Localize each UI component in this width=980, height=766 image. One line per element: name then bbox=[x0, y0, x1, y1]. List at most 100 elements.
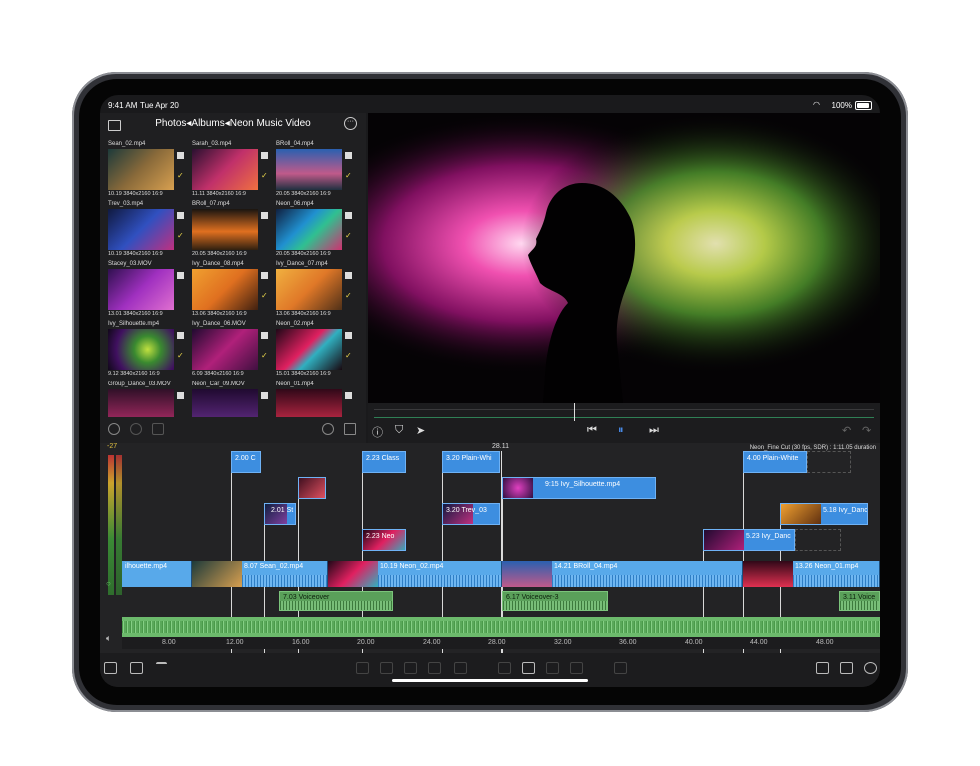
connected-clip[interactable]: 2.01 St bbox=[264, 503, 296, 525]
media-item[interactable]: Neon_01.mp4 bbox=[274, 381, 356, 417]
primary-storyline[interactable]: ilhouette.mp4 8.07 Sean_02.mp4 10.19 Neo… bbox=[122, 561, 880, 587]
check-icon: ✓ bbox=[177, 171, 184, 180]
checkmark-icon[interactable] bbox=[522, 662, 535, 674]
primary-clip[interactable]: 13.26 Neon_01.mp4 bbox=[743, 561, 880, 587]
connected-clip[interactable] bbox=[298, 477, 326, 499]
clip-label: 2.01 St bbox=[271, 507, 294, 514]
status-time: 9:41 AM bbox=[108, 101, 138, 110]
media-item[interactable]: Group_Dance_03.MOV bbox=[106, 381, 188, 417]
media-item[interactable]: Neon_02.mp4 15.01 3840x2160 16:9 ✓ bbox=[274, 321, 356, 381]
media-item[interactable]: Ivy_Dance_08.mp4 13.06 3840x2160 16:9 ✓ bbox=[190, 261, 272, 321]
share-icon[interactable] bbox=[840, 662, 853, 674]
audio-waveform bbox=[793, 575, 879, 587]
media-item[interactable]: Neon_06.mp4 20.05 3840x2160 16:9 ✓ bbox=[274, 201, 356, 261]
check-icon: ✓ bbox=[345, 171, 352, 180]
marker-icon[interactable]: ⛉ bbox=[395, 424, 403, 437]
media-item[interactable]: Ivy_Dance_06.MOV 6.09 3840x2160 16:9 ✓ bbox=[190, 321, 272, 381]
inspector-icon[interactable] bbox=[130, 662, 143, 674]
connected-clip[interactable]: 2.00 C bbox=[231, 451, 261, 473]
media-name: Stacey_03.MOV bbox=[108, 261, 152, 267]
connected-clip[interactable]: 3.20 Trev_03 bbox=[442, 503, 500, 525]
clip-label: 2.00 C bbox=[235, 455, 256, 462]
primary-clip[interactable]: 8.07 Sean_02.mp4 bbox=[192, 561, 328, 587]
media-name: Sarah_03.mp4 bbox=[192, 141, 232, 147]
wifi-icon: ◠ bbox=[813, 100, 820, 109]
video-badge-icon bbox=[177, 332, 184, 339]
home-indicator[interactable] bbox=[392, 679, 588, 682]
primary-clip[interactable]: 14.21 BRoll_04.mp4 bbox=[502, 561, 743, 587]
check-icon: ✓ bbox=[345, 291, 352, 300]
media-meta: 11.11 3840x2160 16:9 bbox=[192, 191, 246, 197]
media-item[interactable]: Sarah_03.mp4 11.11 3840x2160 16:9 ✓ bbox=[190, 141, 272, 201]
info-icon[interactable]: ⓘ bbox=[372, 424, 383, 440]
media-meta: 20.05 3840x2160 16:9 bbox=[276, 191, 331, 197]
media-item[interactable]: BRoll_07.mp4 20.05 3840x2160 16:9 bbox=[190, 201, 272, 261]
clip-label: 10.19 Neon_02.mp4 bbox=[380, 563, 444, 570]
clip-thumbnail bbox=[192, 561, 242, 587]
check-icon: ✓ bbox=[177, 231, 184, 240]
media-name: BRoll_07.mp4 bbox=[192, 201, 230, 207]
media-meta: 15.01 3840x2160 16:9 bbox=[276, 371, 331, 377]
mini-playhead[interactable] bbox=[574, 403, 575, 421]
connected-clip[interactable]: 2.23 Neo bbox=[362, 529, 406, 551]
connected-clip[interactable]: 4.00 Plain-White bbox=[743, 451, 807, 473]
check-icon: ✓ bbox=[261, 351, 268, 360]
import-icon[interactable] bbox=[104, 662, 117, 674]
ruler-tick-label: 20.00 bbox=[357, 639, 375, 646]
clip-label: 13.26 Neon_01.mp4 bbox=[795, 563, 859, 570]
media-meta: 10.19 3840x2160 16:9 bbox=[108, 251, 163, 257]
breadcrumb[interactable]: Photos◂Albums◂Neon Music Video bbox=[100, 118, 366, 129]
camera-icon bbox=[454, 662, 467, 674]
trash-icon[interactable] bbox=[152, 423, 164, 435]
select-icon[interactable] bbox=[108, 423, 120, 435]
media-item[interactable]: Ivy_Silhouette.mp4 9.12 3840x2160 16:9 ✓ bbox=[106, 321, 188, 381]
redo-icon[interactable]: ↷ bbox=[862, 424, 871, 437]
mini-timeline[interactable] bbox=[374, 409, 874, 410]
time-ruler[interactable]: 8.00 12.00 16.00 20.00 24.00 28.00 32.00… bbox=[122, 637, 880, 649]
layout-icon[interactable] bbox=[816, 662, 829, 674]
sort-icon[interactable] bbox=[344, 423, 356, 435]
media-thumbnail bbox=[192, 149, 258, 190]
music-track[interactable] bbox=[122, 617, 880, 637]
connected-clip[interactable]: 5.18 Ivy_Danc bbox=[780, 503, 868, 525]
search-icon[interactable] bbox=[322, 423, 334, 435]
voiceover-clip[interactable]: 7.03 Voiceover bbox=[279, 591, 393, 611]
skip-forward-icon[interactable]: ⏭ bbox=[649, 424, 659, 437]
share-frame-icon[interactable]: ➤ bbox=[416, 424, 425, 437]
primary-clip[interactable]: 10.19 Neon_02.mp4 bbox=[328, 561, 502, 587]
index-icon[interactable] bbox=[156, 662, 167, 674]
video-badge-icon bbox=[177, 152, 184, 159]
connected-clip[interactable]: 2.23 Class bbox=[362, 451, 406, 473]
media-item[interactable]: BRoll_04.mp4 20.05 3840x2160 16:9 ✓ bbox=[274, 141, 356, 201]
media-item[interactable]: Ivy_Dance_07.mp4 13.06 3840x2160 16:9 ✓ bbox=[274, 261, 356, 321]
connected-clip[interactable]: 9:15 Ivy_Silhouette.mp4 bbox=[502, 477, 656, 499]
video-badge-icon bbox=[261, 392, 268, 399]
undo-icon[interactable]: ↶ bbox=[842, 424, 851, 437]
settings-icon[interactable] bbox=[864, 662, 877, 674]
media-name: Ivy_Dance_06.MOV bbox=[192, 321, 246, 327]
check-icon: ✓ bbox=[345, 231, 352, 240]
voiceover-clip[interactable]: 3.11 Voice bbox=[839, 591, 880, 611]
more-icon[interactable]: ··· bbox=[344, 117, 357, 130]
media-thumbnail bbox=[192, 389, 258, 417]
empty-clip-placeholder bbox=[807, 451, 851, 473]
video-viewer[interactable] bbox=[368, 113, 880, 403]
media-item[interactable]: Trev_03.mp4 10.19 3840x2160 16:9 ✓ bbox=[106, 201, 188, 261]
media-item[interactable]: Sean_02.mp4 10.19 3840x2160 16:9 ✓ bbox=[106, 141, 188, 201]
clip-thumbnail bbox=[328, 561, 378, 587]
connected-clip[interactable]: 5.23 Ivy_Danc bbox=[703, 529, 795, 551]
video-badge-icon bbox=[345, 152, 352, 159]
battery-icon bbox=[855, 101, 872, 110]
record-icon[interactable] bbox=[130, 423, 142, 435]
video-badge-icon bbox=[261, 212, 268, 219]
media-item[interactable]: Neon_Car_09.MOV bbox=[190, 381, 272, 417]
speaker-icon[interactable]: 🔈︎ bbox=[106, 633, 111, 644]
media-item[interactable]: Stacey_03.MOV 13.01 3840x2160 16:9 bbox=[106, 261, 188, 321]
primary-clip[interactable]: ilhouette.mp4 bbox=[122, 561, 192, 587]
voiceover-clip[interactable]: 6.17 Voiceover-3 bbox=[502, 591, 608, 611]
audio-waveform bbox=[378, 575, 501, 587]
skip-back-icon[interactable]: ⏮ bbox=[587, 424, 597, 437]
tool-icon bbox=[498, 662, 511, 674]
play-pause-icon[interactable]: ⏸ bbox=[618, 424, 624, 437]
connected-clip[interactable]: 3.20 Plain-Whi bbox=[442, 451, 500, 473]
